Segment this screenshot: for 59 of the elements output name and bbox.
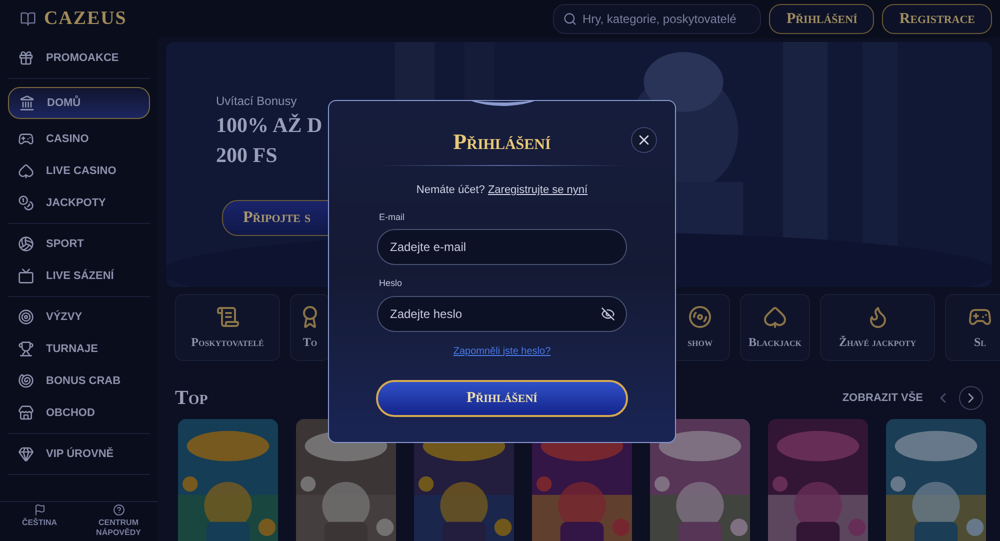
sidebar-item[interactable]: PROMOAKCE: [8, 42, 150, 74]
sidebar-item[interactable]: LIVE SÁZENÍ: [8, 260, 150, 292]
hero-title: 100% AŽ D: [216, 112, 322, 139]
trophy-icon: [18, 341, 34, 357]
sidebar-item[interactable]: CASINO: [8, 123, 150, 155]
email-field[interactable]: Zadejte e-mail: [377, 229, 627, 265]
category-tile[interactable]: Poskytovatelé: [175, 294, 280, 361]
register-button[interactable]: Registrace: [882, 4, 992, 34]
category-tile[interactable]: Žhavé jackpoty: [820, 294, 935, 361]
sidebar-item[interactable]: OBCHOD: [8, 397, 150, 429]
sidebar-item[interactable]: TURNAJE: [8, 333, 150, 365]
hero-subtitle: Uvítací Bonusy: [216, 93, 297, 110]
search-field[interactable]: Hry, kategorie, poskytovatelé: [553, 4, 762, 34]
search-icon: [563, 12, 578, 26]
columns-icon: [19, 95, 35, 111]
logo: CAZEUS: [44, 6, 127, 31]
sidebar-item[interactable]: VIP ÚROVNĚ: [8, 438, 150, 470]
spade-icon: [18, 163, 34, 179]
sidebar-item[interactable]: DOMŮ: [8, 87, 150, 119]
ball-icon: [18, 236, 34, 252]
gem-icon: [18, 446, 34, 462]
category-tile[interactable]: Sl: [945, 294, 1000, 361]
shell-icon: [18, 373, 34, 389]
store-icon: [18, 405, 34, 421]
gamepad-icon: [18, 131, 34, 147]
help-icon: [112, 504, 124, 516]
coins-icon: [18, 195, 34, 211]
target-icon: [18, 309, 34, 325]
view-all-link[interactable]: ZOBRAZIT VŠE: [842, 390, 923, 406]
login-button[interactable]: Přihlášení: [769, 4, 874, 34]
sidebar-item[interactable]: JACKPOTY: [8, 187, 150, 219]
sidebar-item[interactable]: BONUS CRAB: [8, 365, 150, 397]
section-title: Top: [175, 386, 208, 411]
footer-link[interactable]: ČEŠTINA: [0, 502, 79, 541]
spade-icon: [763, 304, 787, 328]
category-tile[interactable]: To: [290, 294, 330, 361]
login-submit-button[interactable]: Přihlášení: [376, 380, 628, 416]
scroll-icon: [216, 304, 240, 328]
field-label: Heslo: [379, 277, 402, 290]
screen-icon: [18, 268, 34, 284]
sidebar-item[interactable]: VÝZVY: [8, 301, 150, 333]
sidebar-item[interactable]: SPORT: [8, 228, 150, 260]
hide-password-icon[interactable]: [601, 306, 615, 320]
sidebar-toggle-icon[interactable]: [20, 11, 36, 27]
flag-icon: [34, 504, 46, 516]
field-label: E-mail: [379, 210, 405, 224]
sidebar-item[interactable]: LIVE CASINO: [8, 155, 150, 187]
register-prompt: Nemáte účet? Zaregistrujte se nyní: [416, 183, 588, 198]
next-button[interactable]: [959, 386, 983, 410]
forgot-password-link[interactable]: Zapomněli jste heslo?: [453, 344, 551, 358]
password-field[interactable]: Zadejte heslo: [377, 296, 627, 332]
disc-icon: [688, 304, 712, 328]
close-button[interactable]: [631, 127, 657, 153]
hero-title: 200 FS: [216, 142, 278, 169]
gift-icon: [18, 50, 34, 66]
register-link[interactable]: Zaregistrujte se nyní: [488, 184, 588, 196]
dialog-title: Přihlášení: [453, 128, 551, 156]
category-tile[interactable]: Blackjack: [740, 294, 810, 361]
footer-link[interactable]: CENTRUM NÁPOVĚDY: [79, 502, 158, 541]
